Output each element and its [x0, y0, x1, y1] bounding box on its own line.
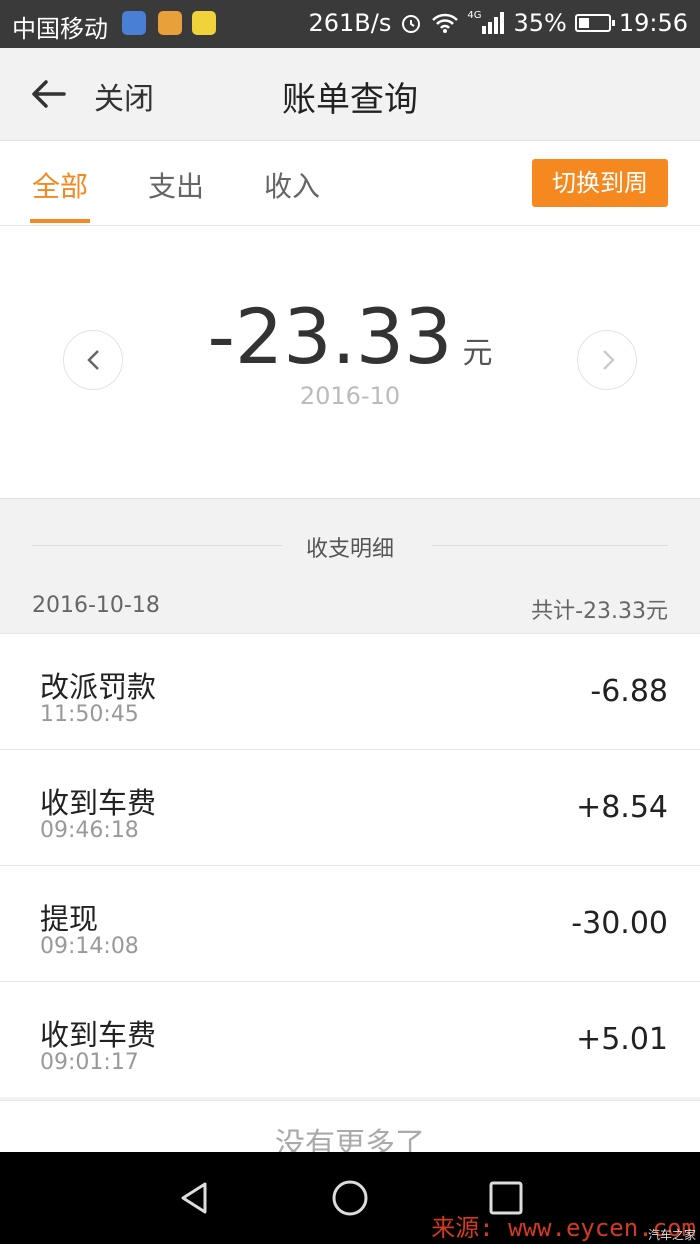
battery-icon [574, 14, 615, 32]
day-date: 2016-10-18 [32, 593, 160, 618]
battery-fill [578, 18, 589, 28]
monthly-summary: -23.33 元 2016-10 [0, 226, 700, 499]
page-title: 账单查询 [282, 80, 418, 120]
autohome-watermark: 汽车之家 [647, 1228, 696, 1242]
transaction-title: 提现 [40, 902, 99, 936]
switch-to-week-button[interactable]: 切换到周 [532, 159, 668, 207]
active-tab-indicator [30, 219, 90, 223]
transaction-row[interactable]: 提现 09:14:08 -30.00 [0, 865, 700, 981]
nav-home-icon[interactable] [330, 1178, 370, 1218]
transaction-time: 11:50:45 [40, 702, 139, 727]
tab-expense[interactable]: 支出 [148, 165, 204, 205]
title-bar: 关闭 账单查询 [0, 48, 700, 141]
divider-right [432, 545, 668, 546]
list-footer: 没有更多了 [0, 1100, 700, 1153]
transaction-list: 改派罚款 11:50:45 -6.88 收到车费 09:46:18 +8.54 … [0, 633, 700, 1097]
battery-percent: 35% [513, 9, 567, 37]
wifi-icon [432, 13, 459, 33]
filter-tabs: 全部 支出 收入 切换到周 [0, 141, 700, 226]
day-total: 共计-23.33元 [531, 599, 668, 624]
tab-all[interactable]: 全部 [32, 165, 88, 205]
transaction-row[interactable]: 收到车费 09:01:17 +5.01 [0, 981, 700, 1097]
signal-icon [482, 12, 505, 34]
qq-icon [192, 11, 216, 35]
transaction-row[interactable]: 改派罚款 11:50:45 -6.88 [0, 633, 700, 749]
transaction-title: 收到车费 [40, 1018, 157, 1052]
next-month-button[interactable] [577, 330, 637, 390]
transaction-amount: +8.54 [576, 790, 668, 825]
carrier-label: 中国移动 [12, 15, 108, 43]
transaction-time: 09:14:08 [40, 934, 139, 959]
transaction-title: 收到车费 [40, 786, 157, 820]
transaction-amount: -6.88 [590, 674, 668, 709]
alarm-icon [402, 15, 421, 33]
tab-income[interactable]: 收入 [264, 165, 320, 205]
transaction-time: 09:01:17 [40, 1050, 139, 1075]
detail-header: 收支明细 2016-10-18 共计-23.33元 [0, 499, 700, 633]
location-app-icon [122, 11, 146, 35]
transaction-time: 09:46:18 [40, 818, 139, 843]
amount-unit: 元 [462, 336, 493, 371]
status-bar: 中国移动 261B/s 4G 35% 19:56 [0, 0, 700, 48]
chevron-right-icon [603, 350, 615, 370]
didi-app-icon [158, 11, 182, 35]
clock: 19:56 [618, 9, 688, 37]
transaction-amount: -30.00 [571, 906, 668, 941]
network-type: 4G [467, 9, 482, 21]
detail-section-label: 收支明细 [305, 537, 394, 562]
transaction-title: 改派罚款 [40, 670, 157, 704]
no-more-label: 没有更多了 [275, 1127, 425, 1153]
amount-value: -23.33 [207, 292, 453, 381]
transaction-row[interactable]: 收到车费 09:46:18 +8.54 [0, 749, 700, 865]
nav-back-icon[interactable] [175, 1178, 215, 1218]
network-speed: 261B/s [308, 9, 392, 37]
transaction-amount: +5.01 [576, 1022, 668, 1057]
